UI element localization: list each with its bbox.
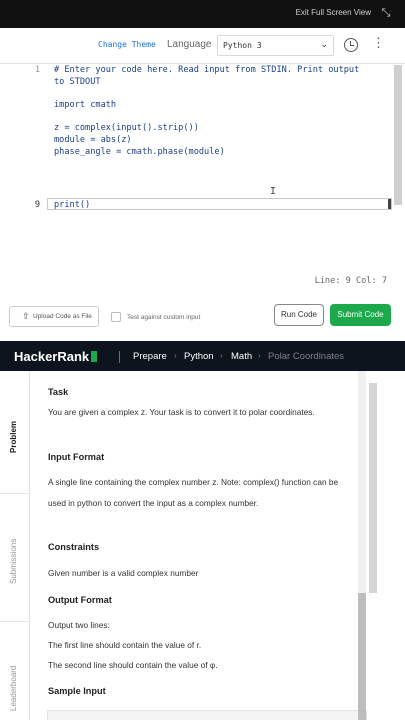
hackerrank-navbar: HackerRank Prepare › Python › Math › Pol… <box>0 341 405 371</box>
chevron-right-icon: › <box>258 351 261 360</box>
upload-icon: ⇧ <box>22 311 30 321</box>
cursor-position-status: Line: 9 Col: 7 <box>314 276 387 286</box>
input-format-text: A single line containing the complex num… <box>48 477 339 508</box>
submit-code-button[interactable]: Submit Code <box>330 304 391 326</box>
line-number: 1 <box>34 65 40 75</box>
code-line: import cmath <box>54 100 117 110</box>
output-line: Output two lines: <box>48 620 110 630</box>
change-theme-link[interactable]: Change Theme <box>98 40 156 49</box>
more-options-icon[interactable]: ⋮ <box>372 36 385 50</box>
collapse-icon[interactable]: ⤡ <box>379 6 393 20</box>
task-heading: Task <box>48 387 69 397</box>
tab-submissions-label: Submissions <box>9 538 18 584</box>
constraints-heading: Constraints <box>48 542 100 552</box>
problem-panel: Problem Submissions Leaderboard Task You… <box>0 371 405 720</box>
code-line: module = abs(z) <box>54 135 132 145</box>
output-format-heading: Output Format <box>48 595 112 605</box>
breadcrumb-python[interactable]: Python <box>184 351 214 362</box>
chevron-right-icon: › <box>174 351 177 360</box>
problem-scroll-thumb[interactable] <box>358 593 366 720</box>
chevron-right-icon: › <box>220 351 223 360</box>
mouse-ibeam-icon: I <box>270 186 277 197</box>
active-line-highlight <box>47 198 392 210</box>
language-label: Language <box>167 39 212 50</box>
brand-name: HackerRank <box>14 349 90 364</box>
sample-input-box <box>47 710 367 720</box>
custom-input-label[interactable]: Test against custom input <box>127 314 200 321</box>
tab-divider <box>0 621 30 622</box>
hackerrank-logo[interactable]: HackerRank <box>14 349 98 364</box>
history-icon[interactable] <box>344 38 358 52</box>
text-cursor <box>388 199 391 209</box>
breadcrumb-prepare[interactable]: Prepare <box>133 351 167 362</box>
code-line: print() <box>54 200 91 210</box>
custom-input-checkbox[interactable] <box>111 312 121 322</box>
nav-divider <box>119 351 120 363</box>
task-text: You are given a complex z. Your task is … <box>48 407 315 417</box>
chevron-down-icon: ⌄ <box>320 39 328 49</box>
language-select[interactable]: Python 3 ⌄ <box>217 35 334 56</box>
editor-actions: ⇧ Upload Code as File Test against custo… <box>0 298 405 341</box>
side-tabs: Problem Submissions Leaderboard <box>0 371 30 720</box>
code-line: phase_angle = cmath.phase(module) <box>54 147 225 157</box>
tab-problem-label: Problem <box>9 420 18 453</box>
constraints-text: Given number is a valid complex number <box>48 568 199 578</box>
code-area[interactable]: 1 9 # Enter your code here. Read input f… <box>0 65 392 295</box>
input-format-heading: Input Format <box>48 452 105 462</box>
code-line: to STDOUT <box>54 77 101 87</box>
tab-divider <box>0 493 30 494</box>
breadcrumb-math[interactable]: Math <box>231 351 252 362</box>
code-line: # Enter your code here. Read input from … <box>54 65 360 75</box>
output-line: The first line should contain the value … <box>48 640 202 650</box>
problem-scrollbar[interactable] <box>369 383 377 593</box>
line-number: 9 <box>34 200 40 210</box>
line-gutter: 1 9 <box>0 65 44 295</box>
breadcrumb-current: Polar Coordinates <box>268 351 345 362</box>
editor-toolbar: Change Theme Language Python 3 ⌄ ⋮ <box>0 28 405 64</box>
run-code-button[interactable]: Run Code <box>274 304 324 326</box>
brand-block-icon <box>91 351 98 362</box>
language-value: Python 3 <box>223 41 262 50</box>
tab-leaderboard-label: Leaderboard <box>9 665 18 711</box>
exit-fullscreen-link[interactable]: Exit Full Screen View <box>296 8 371 17</box>
upload-code-label: Upload Code as File <box>33 313 92 320</box>
upload-code-button[interactable]: ⇧ Upload Code as File <box>9 306 99 327</box>
code-editor-panel: Change Theme Language Python 3 ⌄ ⋮ 1 9 #… <box>0 28 405 341</box>
code-line: z = complex(input().strip()) <box>54 123 199 133</box>
output-line: The second line should contain the value… <box>48 660 218 670</box>
top-bar: Exit Full Screen View ⤡ <box>0 0 405 28</box>
sample-input-heading: Sample Input <box>48 686 106 696</box>
editor-scrollbar[interactable] <box>394 65 402 205</box>
